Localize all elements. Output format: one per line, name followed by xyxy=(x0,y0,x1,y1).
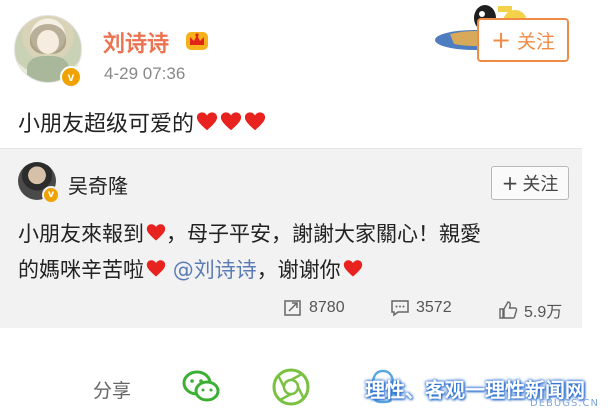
comment-count[interactable]: 3572 xyxy=(390,298,452,318)
divider xyxy=(0,148,582,149)
follow-button[interactable]: + 关注 xyxy=(477,18,569,62)
comment-icon xyxy=(391,300,409,317)
repost-text-part: 的媽咪辛苦啦 xyxy=(18,258,144,282)
author-name[interactable]: 刘诗诗 xyxy=(103,26,169,58)
moments-icon[interactable] xyxy=(270,366,312,408)
post-timestamp: 4-29 07:36 xyxy=(104,64,186,83)
heart-icon xyxy=(146,224,166,241)
post-text-row: 小朋友超级可爱的 xyxy=(18,106,266,138)
plus-icon: + xyxy=(501,171,519,195)
repost-text: 小朋友來報到 ，母子平安，謝謝大家關心！親愛 的媽咪辛苦啦 @刘诗诗，谢谢你 xyxy=(18,216,578,288)
mention-link[interactable]: @刘诗诗 xyxy=(173,258,257,282)
comment-count-value: 3572 xyxy=(416,299,452,316)
share-label: 分享 xyxy=(93,380,132,402)
heart-icon xyxy=(220,112,242,131)
post-text: 小朋友超级可爱的 xyxy=(18,112,195,137)
repost-text-part: ，母子平安，謝謝大家關心！親愛 xyxy=(166,222,481,246)
repost-text-part: 小朋友來報到 xyxy=(18,222,144,246)
heart-icon xyxy=(146,260,166,277)
wechat-icon[interactable] xyxy=(180,366,222,408)
like-icon xyxy=(499,301,518,319)
repost-author-name[interactable]: 吴奇隆 xyxy=(68,170,128,199)
plus-icon: + xyxy=(490,26,512,54)
like-count[interactable]: 5.9万 xyxy=(498,298,562,322)
like-count-value: 5.9万 xyxy=(524,304,563,321)
repost-count-value: 8780 xyxy=(309,299,345,316)
repost-count[interactable]: 8780 xyxy=(283,298,345,318)
heart-icon xyxy=(196,112,218,131)
repost-text-part: ，谢谢你 xyxy=(256,258,341,282)
watermark-small: DEBUGS.CN xyxy=(530,398,599,409)
heart-icon xyxy=(343,260,362,277)
repost-icon xyxy=(284,300,301,316)
heart-icon xyxy=(244,112,266,131)
repost-follow-label: 关注 xyxy=(522,174,559,195)
repost-follow-button[interactable]: + 关注 xyxy=(491,166,569,200)
verified-badge-icon: v xyxy=(42,186,60,204)
crown-icon xyxy=(186,32,208,50)
follow-button-label: 关注 xyxy=(517,30,556,53)
verified-badge-icon: v xyxy=(60,66,82,88)
